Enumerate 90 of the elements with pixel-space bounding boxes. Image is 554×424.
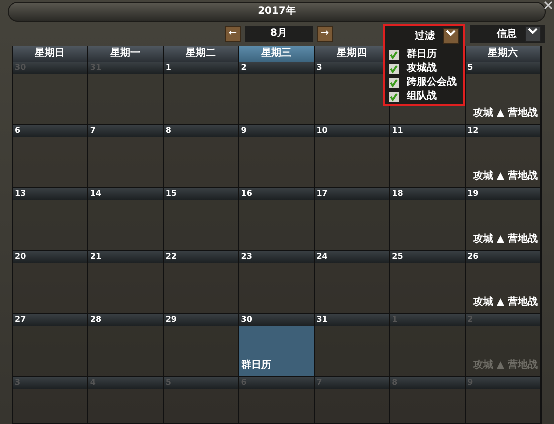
- date-number: 19: [468, 189, 479, 198]
- date-number: 10: [316, 126, 328, 135]
- info-dropdown[interactable]: 信息: [470, 25, 545, 43]
- day-cell[interactable]: 6: [13, 125, 88, 188]
- dropdown-button[interactable]: [443, 28, 459, 44]
- event-label: 攻城 ▲ 营地战: [472, 296, 539, 310]
- day-cell[interactable]: 27: [13, 314, 88, 377]
- date-number: 25: [392, 252, 404, 261]
- day-cell[interactable]: 19 攻城 ▲ 营地战: [466, 188, 541, 251]
- month-field[interactable]: 8月: [245, 26, 313, 42]
- date-number: 5: [468, 63, 474, 72]
- date-number: 28: [90, 315, 102, 324]
- day-cell[interactable]: 21: [88, 251, 164, 314]
- date-number: 30: [241, 315, 252, 324]
- day-cell[interactable]: 16: [239, 188, 315, 251]
- date-number: 9: [241, 126, 247, 135]
- event-label: 攻城 ▲ 营地战: [472, 106, 539, 121]
- chevron-down-icon: [446, 29, 456, 37]
- date-number: 16: [241, 189, 252, 198]
- close-icon[interactable]: [544, 1, 553, 10]
- date-number: 11: [392, 126, 404, 135]
- day-cell[interactable]: 28: [88, 314, 164, 377]
- day-cell[interactable]: 13: [13, 188, 88, 251]
- day-cell[interactable]: 7: [88, 125, 164, 188]
- checkbox[interactable]: [389, 50, 399, 60]
- weekday-header[interactable]: 星期三: [239, 46, 315, 62]
- event-label: 群日历: [240, 358, 272, 373]
- filter-option: 群日历: [407, 48, 437, 62]
- date-number: 6: [15, 126, 21, 135]
- filter-option: 组队战: [407, 90, 437, 104]
- day-cell[interactable]: 14: [88, 188, 164, 251]
- date-number: 31: [316, 315, 328, 324]
- day-cell[interactable]: 17: [314, 188, 390, 251]
- weekday-header[interactable]: 星期二: [164, 46, 240, 62]
- day-cell[interactable]: 23: [239, 251, 315, 314]
- info-label: 信息: [497, 28, 517, 42]
- date-number: 2: [241, 63, 247, 72]
- date-number: 26: [468, 252, 479, 261]
- day-cell[interactable]: 30 群日历: [239, 314, 315, 377]
- chevron-down-icon: [528, 27, 538, 35]
- filter-label: 过滤: [415, 30, 435, 44]
- date-number: 1: [166, 63, 172, 72]
- day-cell[interactable]: 31: [314, 314, 390, 377]
- date-number: 21: [90, 252, 102, 261]
- date-number: 27: [15, 315, 26, 324]
- filter-option: 攻城战: [407, 62, 437, 76]
- date-number: 12: [468, 126, 479, 135]
- day-cell[interactable]: 8: [164, 125, 240, 188]
- date-number: 29: [166, 315, 177, 324]
- date-number: 8: [166, 126, 172, 135]
- day-cell[interactable]: 5 攻城 ▲ 营地战: [466, 62, 541, 125]
- checkbox[interactable]: [389, 78, 399, 88]
- day-cell[interactable]: 11: [390, 125, 466, 188]
- day-cell[interactable]: 24: [314, 251, 390, 314]
- day-cell[interactable]: 1: [164, 62, 240, 125]
- day-cell[interactable]: 20: [13, 251, 88, 314]
- weekday-header[interactable]: 星期日: [13, 46, 88, 62]
- prev-month-button[interactable]: ←: [225, 26, 241, 42]
- event-label: 攻城 ▲ 营地战: [472, 170, 539, 184]
- day-cell[interactable]: 22: [164, 251, 240, 314]
- day-cell[interactable]: 15: [164, 188, 240, 251]
- day-cell[interactable]: 18: [390, 188, 466, 251]
- dropdown-button[interactable]: [525, 26, 541, 42]
- date-number: 18: [392, 189, 404, 198]
- event-label: 攻城 ▲ 营地战: [472, 358, 539, 373]
- checkbox[interactable]: [389, 64, 399, 74]
- day-cell[interactable]: 9: [239, 125, 315, 188]
- checkbox[interactable]: [389, 92, 399, 102]
- weekday-header[interactable]: 星期一: [88, 46, 164, 62]
- date-number: 3: [316, 63, 322, 72]
- filter-option: 跨服公会战: [407, 76, 457, 90]
- day-cell[interactable]: 25: [390, 251, 466, 314]
- next-month-button[interactable]: →: [317, 26, 333, 42]
- date-number: 22: [166, 252, 177, 261]
- date-number: 15: [166, 189, 177, 198]
- day-cell[interactable]: 29: [164, 314, 240, 377]
- date-number: 14: [90, 189, 102, 198]
- date-number: 23: [241, 252, 252, 261]
- day-cell[interactable]: 2: [239, 62, 315, 125]
- date-number: 24: [316, 252, 328, 261]
- window-title: 2017年: [258, 4, 296, 19]
- date-number: 17: [316, 189, 328, 198]
- day-cell[interactable]: 26 攻城 ▲ 营地战: [466, 251, 541, 314]
- date-number: 13: [15, 189, 26, 198]
- date-number: 7: [90, 126, 96, 135]
- day-cell[interactable]: 10: [314, 125, 390, 188]
- date-number: 20: [15, 252, 26, 261]
- day-cell[interactable]: 12 攻城 ▲ 营地战: [466, 125, 541, 188]
- event-label: 攻城 ▲ 营地战: [472, 232, 539, 247]
- weekday-header[interactable]: 星期六: [466, 46, 541, 62]
